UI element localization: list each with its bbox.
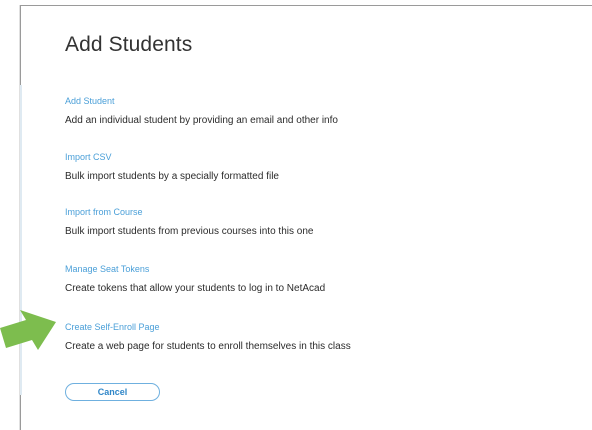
import-from-course-description: Bulk import students from previous cours… [65,226,314,237]
import-csv-link[interactable]: Import CSV [65,152,279,163]
arrow-shape [0,310,56,350]
option-import-from-course: Import from Course Bulk import students … [65,207,313,238]
option-import-csv: Import CSV Bulk import students by a spe… [65,152,279,183]
page-title: Add Students [65,33,193,56]
green-arrow-icon [0,310,56,350]
import-from-course-link[interactable]: Import from Course [65,207,313,218]
manage-seat-tokens-description: Create tokens that allow your students t… [65,283,326,294]
create-self-enroll-page-description: Create a web page for students to enroll… [65,341,351,352]
cancel-button[interactable]: Cancel [65,383,160,401]
option-add-student: Add Student Add an individual student by… [65,96,338,127]
option-manage-seat-tokens: Manage Seat Tokens Create tokens that al… [65,264,325,295]
create-self-enroll-page-link[interactable]: Create Self-Enroll Page [65,322,351,333]
add-student-description: Add an individual student by providing a… [65,115,338,126]
import-csv-description: Bulk import students by a specially form… [65,171,279,182]
option-create-self-enroll-page: Create Self-Enroll Page Create a web pag… [65,322,351,353]
add-student-link[interactable]: Add Student [65,96,338,107]
manage-seat-tokens-link[interactable]: Manage Seat Tokens [65,264,325,275]
screenshot-stage: Add Students Add Student Add an individu… [0,0,592,430]
